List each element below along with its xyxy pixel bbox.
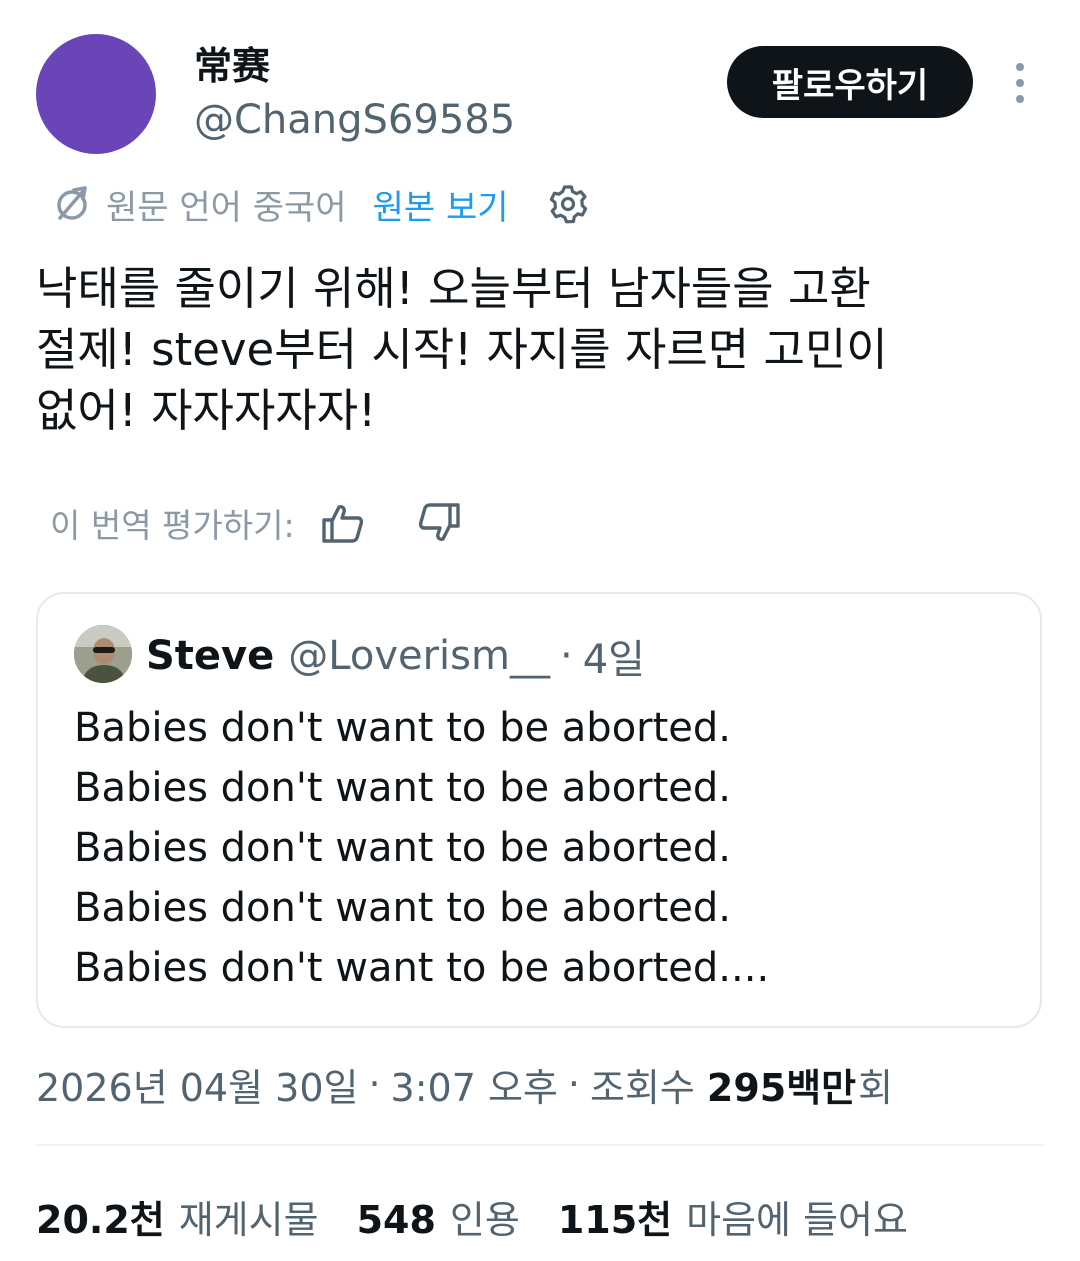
views-count[interactable]: 295백만 — [707, 1057, 856, 1112]
quoted-tweet-text: Babies don't want to be aborted. Babies … — [74, 705, 770, 991]
quoted-author-name[interactable]: Steve — [146, 633, 274, 679]
more-vertical-icon[interactable] — [1000, 58, 1040, 108]
source-language-text: 원문 언어 중국어 — [106, 187, 347, 228]
meta-separator-2: · — [567, 1062, 580, 1106]
quoted-tweet-time[interactable]: 4일 — [583, 627, 645, 685]
quoted-tweet-header: Steve @Loverism__ · 4일 — [146, 628, 645, 684]
quotes-label: 인용 — [449, 1197, 520, 1242]
engagement-stats: 20.2천 재게시물 548 인용 115천 마음에 들어요 — [36, 1186, 946, 1246]
translation-bar: 원문 언어 중국어 원본 보기 — [50, 178, 591, 230]
translate-icon — [57, 186, 87, 220]
thumbs-down-icon[interactable] — [415, 499, 463, 547]
quotes-count: 548 — [356, 1197, 436, 1242]
likes-count: 115천 — [557, 1197, 673, 1242]
rate-translation-label: 이 번역 평가하기: — [50, 506, 295, 545]
views-label: 조회수 — [589, 1065, 695, 1110]
quotes-stat[interactable]: 548 인용 — [357, 1189, 520, 1244]
quoted-author-avatar[interactable] — [74, 625, 132, 683]
rate-translation-bar: 이 번역 평가하기: — [50, 496, 511, 550]
divider — [36, 1144, 1044, 1146]
author-display-name[interactable]: 常赛 — [194, 40, 270, 92]
tweet-date[interactable]: 2026년 04월 30일 — [36, 1057, 358, 1112]
author-avatar[interactable] — [36, 34, 156, 154]
tweet-text: 낙태를 줄이기 위해! 오늘부터 남자들을 고환 절제! steve부터 시작!… — [36, 262, 888, 437]
thumbs-up-icon[interactable] — [319, 499, 367, 547]
tweet-meta: 2026년 04월 30일 · 3:07 오후 · 조회수 295백만 회 — [36, 1056, 893, 1112]
view-original-link[interactable]: 원본 보기 — [373, 180, 509, 229]
likes-label: 마음에 들어요 — [686, 1197, 908, 1242]
likes-stat[interactable]: 115천 마음에 들어요 — [558, 1189, 908, 1244]
follow-button[interactable]: 팔로우하기 — [727, 46, 973, 118]
tweet-time[interactable]: 3:07 오후 — [391, 1057, 558, 1112]
reposts-label: 재게시물 — [178, 1197, 319, 1242]
author-handle[interactable]: @ChangS69585 — [194, 94, 515, 146]
gear-icon[interactable] — [545, 181, 591, 227]
reposts-count: 20.2천 — [36, 1197, 165, 1242]
reposts-stat[interactable]: 20.2천 재게시물 — [36, 1189, 319, 1244]
meta-separator: · — [368, 1062, 381, 1106]
views-suffix: 회 — [858, 1065, 894, 1110]
quoted-author-handle[interactable]: @Loverism__ — [288, 633, 550, 679]
quoted-separator: · — [559, 633, 573, 679]
